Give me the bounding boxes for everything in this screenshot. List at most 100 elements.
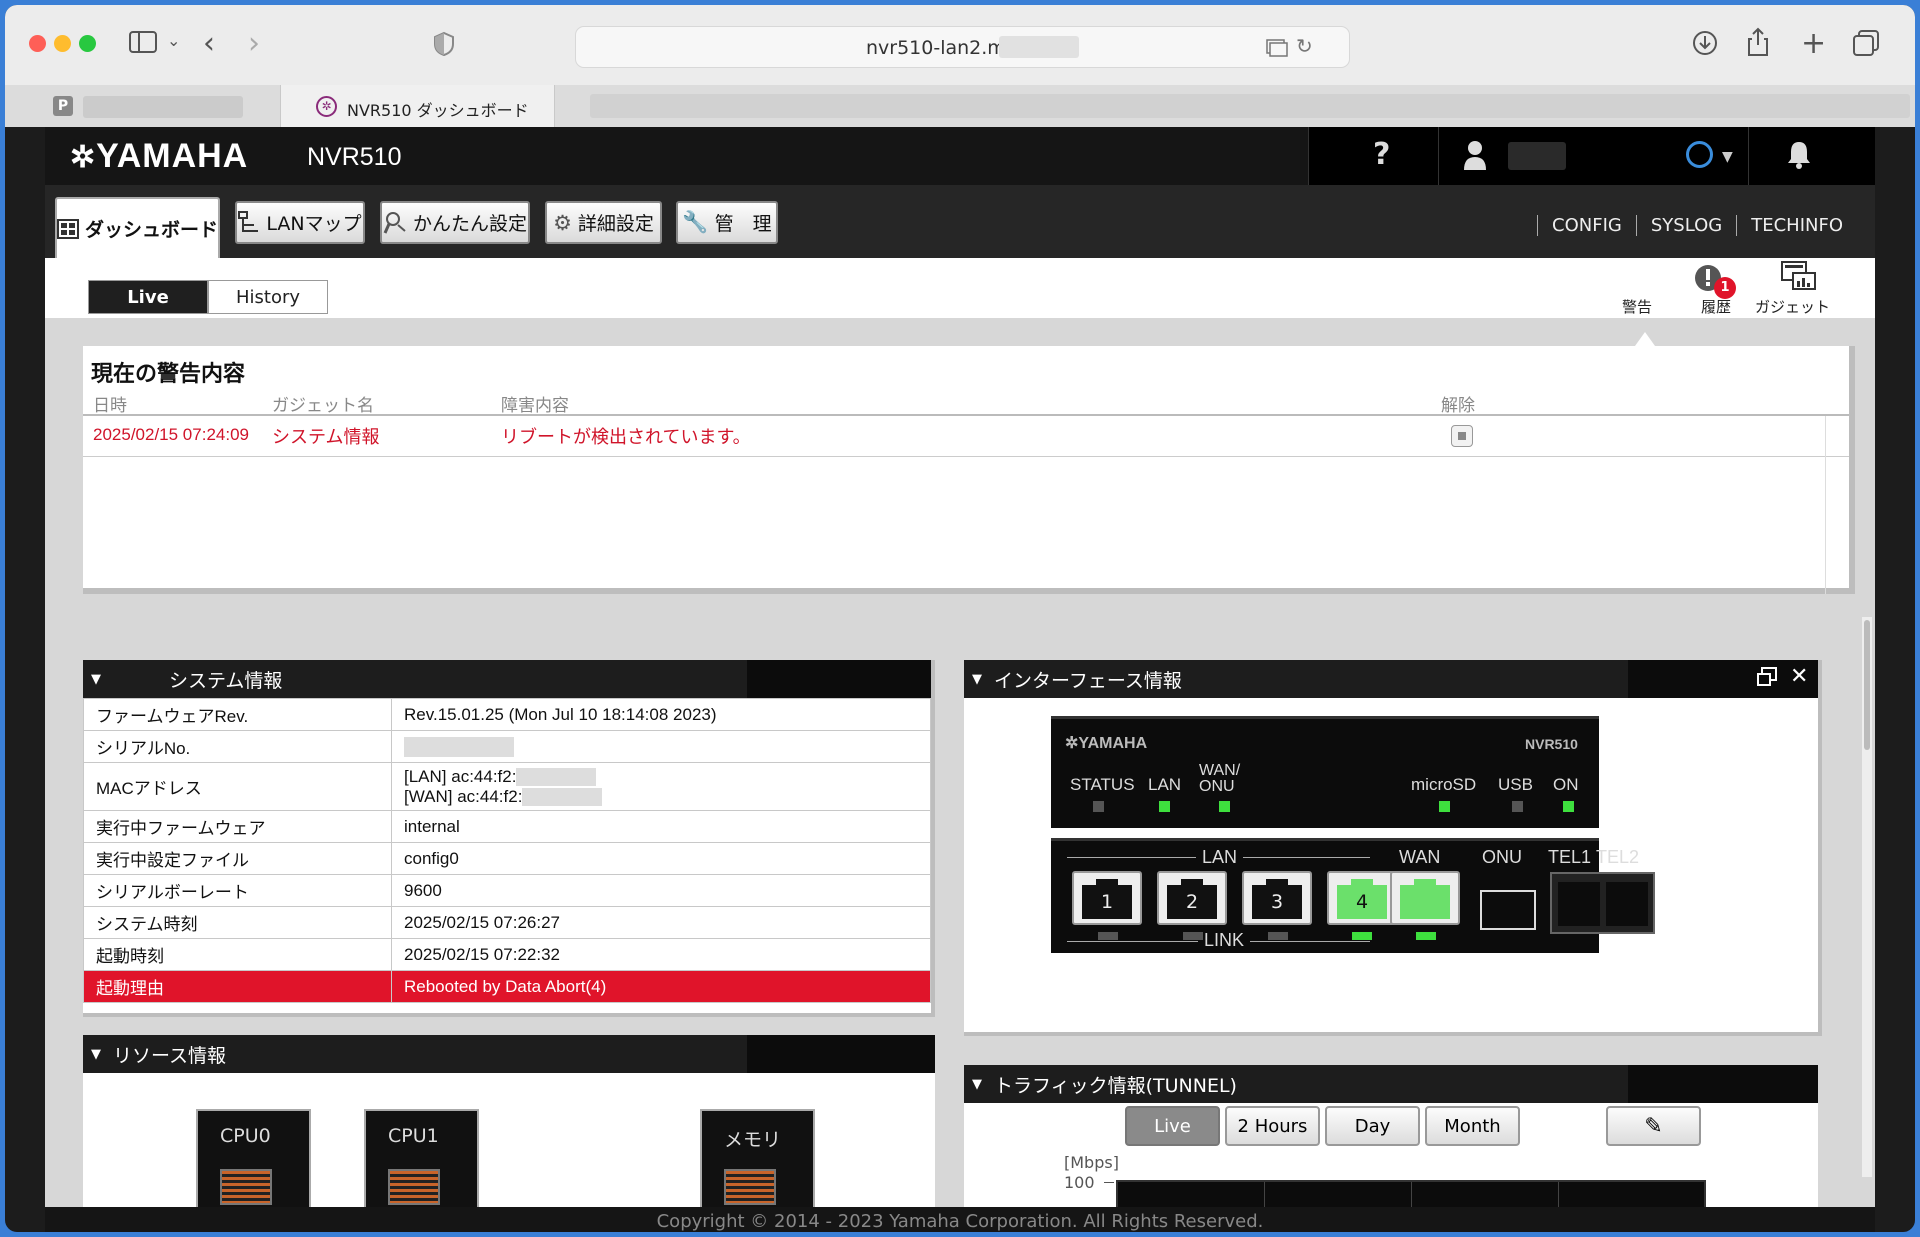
interface-info-gadget: ▼ インターフェース情報 ✕ ✲YAMAHA NVR510 STATUS LAN… [964,660,1822,1036]
tab-easy-setup-label: かんたん設定 [412,213,527,235]
row-label: シリアルボーレート [83,874,392,907]
status-indicator-icon[interactable] [1686,141,1713,168]
lan-port-3[interactable]: 3 [1242,871,1312,925]
tab-lan-map[interactable]: LANマップ [235,201,365,244]
dashboard-subbar: Live History 警告 1 履歴 ガジェット [45,258,1875,318]
clear-alert-checkbox[interactable] [1451,425,1473,447]
lan-port-4[interactable]: 4 [1327,871,1397,925]
forward-icon[interactable]: › [248,29,260,59]
link-config[interactable]: CONFIG [1537,215,1636,236]
address-bar[interactable]: nvr510-lan2.m ↻ [575,26,1350,68]
tab-advanced-settings[interactable]: ⚙ 詳細設定 [545,201,662,244]
yamaha-favicon-icon: ✲ [316,96,337,117]
table-row: ファームウェアRev. Rev.15.01.25 (Mon Jul 10 18:1… [83,698,931,731]
row-value [391,730,931,763]
new-tab-icon[interactable]: + [1801,29,1826,59]
traffic-ymax: 100 [1064,1173,1095,1192]
browser-toolbar: ⌄ ‹ › nvr510-lan2.m ↻ + [5,5,1915,85]
wan-port[interactable] [1390,871,1460,925]
share-icon[interactable] [1746,27,1770,62]
lan-port-1[interactable]: 1 [1072,871,1142,925]
edit-graph-button[interactable]: ✎ [1606,1106,1701,1146]
page-scrollbar-thumb[interactable] [1864,620,1870,750]
header-tools: ? ▼ [1308,127,1875,185]
lan-port-2[interactable]: 2 [1157,871,1227,925]
chevron-down-icon[interactable]: ▼ [1722,149,1733,165]
redacted-tab[interactable] [83,96,243,118]
system-info-gadget: ▼ システム情報 ファームウェアRev. Rev.15.01.25 (Mon Ju… [83,660,935,1017]
live-toggle[interactable]: Live [88,280,208,314]
reader-icon[interactable] [1266,37,1288,61]
collapse-icon[interactable]: ▼ [972,672,982,687]
table-row: シリアルボーレート 9600 [83,874,931,907]
minimize-window-button[interactable] [54,35,71,52]
gadget-icon[interactable] [1781,261,1817,295]
download-icon[interactable] [1691,29,1719,62]
tab-management[interactable]: 🔧 管 理 [676,201,778,244]
chevron-down-icon[interactable]: ⌄ [167,33,180,49]
table-row: システム時刻 2025/02/15 07:26:27 [83,906,931,939]
tab-advanced-label: 詳細設定 [577,213,654,235]
led-lan [1159,801,1170,812]
table-row: シリアルNo. [83,730,931,763]
row-label: 起動時刻 [83,938,392,971]
history-tab[interactable]: 履歴 [1701,296,1731,317]
collapse-icon[interactable]: ▼ [91,672,101,687]
range-day-button[interactable]: Day [1325,1106,1420,1146]
dashboard-icon [57,218,79,239]
user-icon[interactable] [1463,139,1487,175]
history-toggle[interactable]: History [208,280,328,314]
page-scrollbar[interactable] [1862,617,1872,1177]
link-techinfo[interactable]: TECHINFO [1736,215,1857,236]
cpu1-label: CPU1 [388,1125,439,1147]
pencil-icon: ✎ [1644,1113,1663,1139]
redacted-serial [404,736,514,757]
main-nav: ダッシュボード LANマップ かんたん設定 ⚙ 詳細設定 🔧 管 理 CONFI… [45,185,1875,258]
tab-dashboard[interactable]: ダッシュボード [55,197,220,258]
range-live-button[interactable]: Live [1125,1106,1220,1146]
alert-tab[interactable]: 警告 [1622,296,1652,317]
table-row-alert: 起動理由 Rebooted by Data Abort(4) [83,970,931,1003]
led-label-microsd: microSD [1411,775,1477,794]
tab-nvr510-dashboard[interactable]: ✲ NVR510 ダッシュボード [280,85,555,127]
resource-info-header[interactable]: ▼ リソース情報 [83,1035,935,1073]
link-syslog[interactable]: SYSLOG [1635,215,1736,236]
close-icon[interactable]: ✕ [1790,664,1808,689]
gadget-tab[interactable]: ガジェット [1755,296,1830,317]
wrench-icon: 🔧 [682,210,709,234]
range-2hours-button[interactable]: 2 Hours [1225,1106,1320,1146]
zoom-window-button[interactable] [79,35,96,52]
back-icon[interactable]: ‹ [203,29,215,59]
link-led-3 [1268,932,1288,940]
interface-info-header[interactable]: ▼ インターフェース情報 ✕ [964,660,1818,698]
range-month-button[interactable]: Month [1425,1106,1520,1146]
tel1-label: TEL1 [1548,847,1592,867]
popout-icon[interactable] [1756,666,1778,693]
memory-meter: メモリ [700,1109,815,1209]
reload-icon[interactable]: ↻ [1296,34,1313,58]
traffic-info-header[interactable]: ▼ トラフィック情報(TUNNEL) [964,1065,1818,1103]
sidebar-icon[interactable] [128,29,158,60]
tel-ports[interactable] [1550,872,1655,934]
alerts-scrollbar[interactable] [1825,416,1826,594]
tel2-port[interactable] [1606,882,1648,926]
col-clear: 解除 [1441,396,1475,416]
collapse-icon[interactable]: ▼ [972,1077,982,1092]
shield-icon[interactable] [433,31,455,62]
tab-easy-setup[interactable]: かんたん設定 [380,201,530,244]
table-row: 実行中設定ファイル config0 [83,842,931,875]
redacted-url [999,36,1079,58]
help-icon[interactable]: ? [1373,137,1390,172]
close-window-button[interactable] [29,35,46,52]
led-label-onu: ONU [1199,778,1235,795]
tab-overview-icon[interactable] [1852,29,1880,62]
system-info-header[interactable]: ▼ システム情報 [83,660,931,698]
row-value: [LAN] ac:44:f2: [WAN] ac:44:f2: [391,762,931,811]
collapse-icon[interactable]: ▼ [91,1047,101,1062]
bell-icon[interactable] [1786,139,1812,173]
onu-port[interactable] [1480,890,1536,930]
traffic-info-title: トラフィック情報(TUNNEL) [994,1074,1237,1097]
device-front-panel: ✲YAMAHA NVR510 STATUS LAN WAN/ONU microS… [1051,716,1599,828]
lan-port-4-number: 4 [1355,891,1369,913]
tel1-port[interactable] [1558,882,1600,926]
